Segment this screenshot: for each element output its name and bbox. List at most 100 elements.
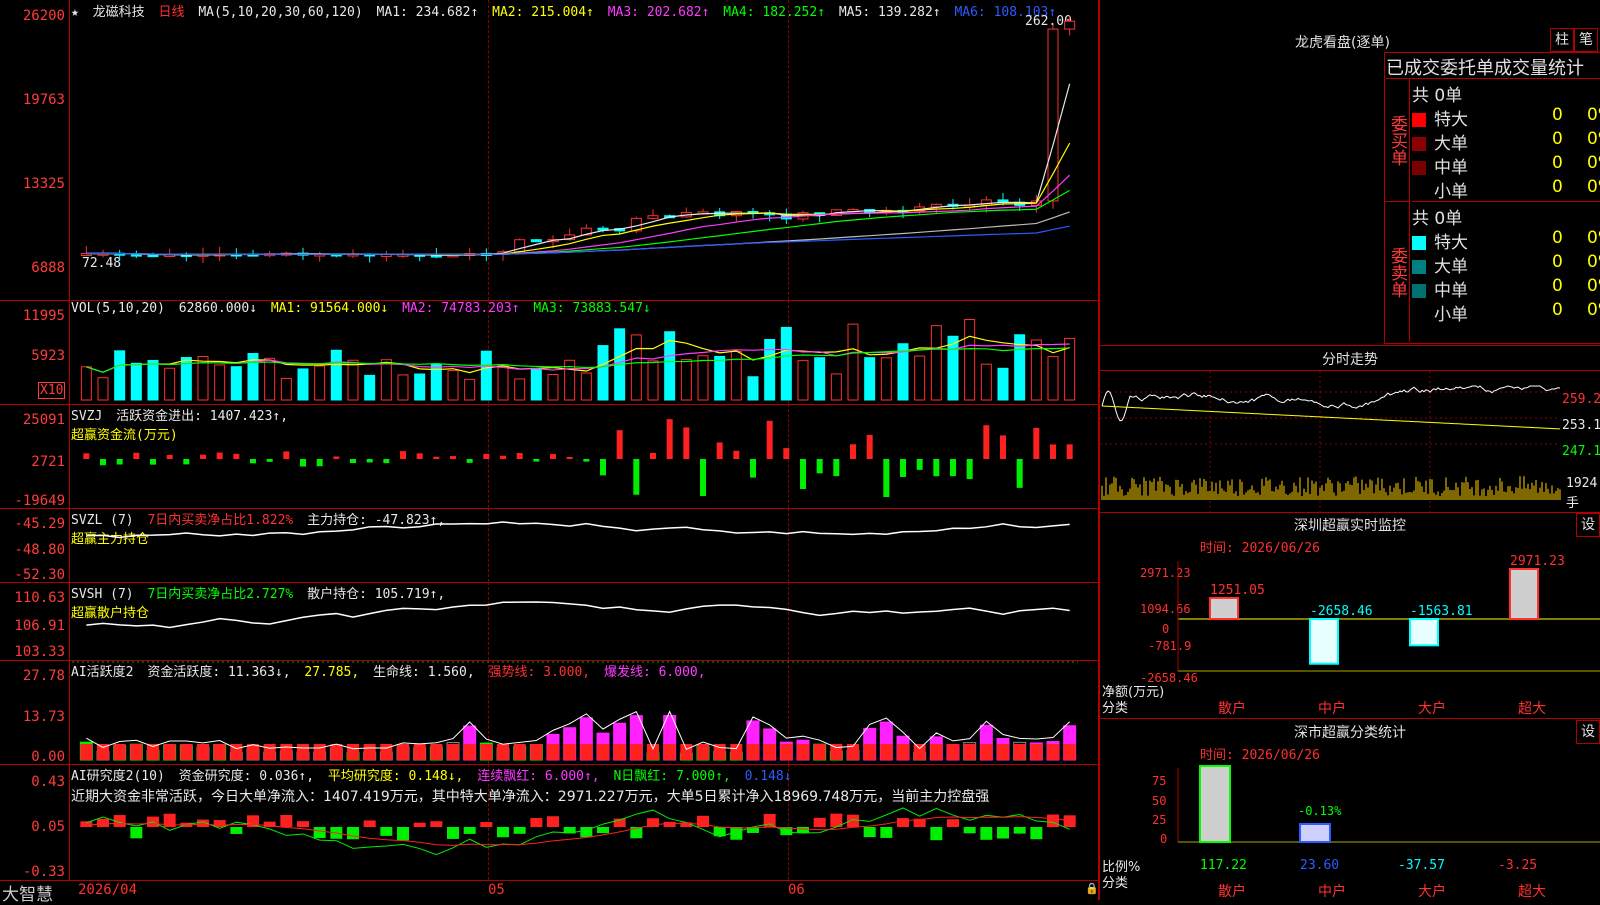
flow-bar	[116, 459, 123, 465]
activity-base-bar	[597, 744, 609, 760]
volume-bar	[597, 345, 609, 401]
research-bar	[130, 827, 143, 839]
ma-line	[86, 83, 1071, 256]
research-bar	[947, 819, 959, 827]
research-bar	[513, 827, 526, 834]
activity-base-bar	[263, 744, 276, 760]
volume-bar	[764, 339, 776, 401]
sell-orders-label: 委卖单	[1385, 202, 1410, 342]
flow-bar	[1050, 444, 1056, 459]
lock-icon[interactable]: 🔒	[1085, 882, 1099, 895]
color-swatch-icon	[1412, 137, 1426, 151]
dragon-tabs[interactable]: 已成交委托单成交量统计	[1386, 54, 1600, 79]
flow-bar	[350, 459, 356, 464]
activity-base-bar	[797, 744, 809, 760]
flow-bar	[283, 451, 290, 459]
research-bar	[1063, 815, 1076, 827]
research-bar	[1047, 814, 1059, 827]
volume-bar	[97, 377, 109, 401]
svzj-panel[interactable]: 25091 2721 -19649 SVZJ 活跃资金进出: 1407.423↑…	[0, 404, 1100, 509]
dragon-stats-box: 已成交委托单成交量统计 委买单 委卖单 共 0单 特大 00% 大单 00% 中…	[1384, 52, 1600, 344]
stroke-mode-button[interactable]: 笔	[1574, 28, 1598, 52]
flow-bar	[416, 453, 423, 459]
color-swatch-icon	[1412, 236, 1426, 250]
flow-bar	[850, 444, 856, 459]
flow-bar	[450, 456, 456, 459]
flow-bar	[233, 453, 240, 459]
retail-hold-line	[86, 601, 1070, 629]
ai-activity-panel[interactable]: 27.78 13.73 0.00 AI活跃度2 资金活跃度: 11.363↓, …	[0, 660, 1100, 765]
bar-mode-button[interactable]: 柱	[1550, 28, 1574, 52]
research-bar	[880, 827, 893, 838]
research-bar	[797, 827, 809, 833]
flow-bar	[83, 453, 90, 459]
activity-base-bar	[813, 744, 826, 760]
svsh-chart	[86, 601, 1070, 629]
research-bar	[980, 827, 993, 840]
volume-panel[interactable]: 11995 5923 X10 VOL(5,10,20) 62860.000↓ M…	[0, 300, 1100, 405]
svsh-panel[interactable]: 110.63 106.91 103.33 SVSH (7) 7日内买卖净占比2.…	[0, 582, 1100, 661]
realtime-monitor-panel[interactable]: 深圳超赢实时监控 设 时间: 2026/06/26 2971.23 1094.6…	[1100, 511, 1600, 719]
research-bar	[547, 816, 559, 827]
activity-base-bar	[547, 744, 559, 760]
ai-research-panel[interactable]: 0.43 0.05 -0.33 AI研究度2(10) 资金研究度: 0.036↑…	[0, 764, 1100, 881]
flow-bar	[683, 427, 690, 459]
research-bar	[447, 827, 459, 839]
activity-base-bar	[163, 744, 176, 760]
research-bar	[413, 822, 426, 827]
activity-base-bar	[913, 744, 926, 760]
volume-bar	[514, 378, 526, 401]
buy-row-super: 特大 00%	[1412, 105, 1600, 130]
flow-bar	[316, 459, 323, 467]
flow-bar	[583, 459, 590, 462]
flow-bar	[700, 459, 706, 497]
activity-base-bar	[130, 744, 143, 760]
intraday-panel[interactable]: 分时走势 259.2 253.1 247.1 1924 手	[1100, 345, 1600, 513]
flow-bar	[750, 459, 756, 478]
flow-bar	[816, 459, 823, 474]
candlestick-chart[interactable]	[0, 0, 1100, 300]
buy-orders-label: 委买单	[1385, 79, 1410, 202]
flow-bar	[550, 454, 556, 459]
activity-base-bar	[697, 744, 709, 760]
activity-base-bar	[730, 744, 743, 760]
volume-bar	[630, 334, 642, 401]
activity-base-bar	[763, 744, 776, 760]
flow-bar	[433, 456, 440, 459]
flow-bar	[516, 453, 523, 459]
monitor-bar	[1509, 568, 1539, 620]
dragon-tiger-panel[interactable]: 龙虎看盘(逐单) 柱 笔 已成交委托单成交量统计 委买单 委卖单 共 0单 特大…	[1100, 0, 1600, 345]
flow-bar	[366, 459, 373, 463]
activity-base-bar	[363, 744, 376, 760]
monitor-bar	[1309, 618, 1339, 665]
classify-stats-panel[interactable]: 深市超赢分类统计 设 时间: 2026/06/26 75 50 25 0 比例%…	[1100, 718, 1600, 900]
activity-base-bar	[1013, 744, 1026, 760]
activity-base-bar	[1047, 744, 1059, 760]
flow-bar	[916, 459, 923, 470]
activity-base-bar	[880, 744, 893, 760]
activity-base-bar	[980, 744, 993, 760]
candle-body	[647, 215, 659, 219]
volume-bar	[397, 374, 409, 401]
activity-base-bar	[580, 744, 593, 760]
volume-bar	[930, 325, 942, 401]
flow-bar	[300, 459, 306, 467]
activity-base-bar	[830, 744, 843, 760]
research-bar	[963, 827, 976, 834]
kline-panel[interactable]: 26200 19763 13325 6888 ★ 龙磁科技 日线 MA(5,10…	[0, 0, 1100, 301]
activity-base-bar	[630, 744, 643, 760]
activity-base-bar	[947, 744, 959, 760]
volume-bar	[647, 360, 659, 401]
volume-bar	[964, 319, 976, 401]
candle-body	[1047, 28, 1059, 202]
flow-bar	[1033, 427, 1040, 459]
sell-total: 共 0单	[1412, 209, 1463, 229]
svzl-panel[interactable]: -45.29 -48.80 -52.30 SVZL (7) 7日内买卖净占比1.…	[0, 508, 1100, 583]
volume-bar	[780, 326, 792, 401]
volume-bar	[814, 357, 826, 401]
flow-bar	[733, 450, 740, 459]
volume-bar	[497, 364, 509, 401]
volume-bar	[880, 357, 892, 401]
volume-bar	[864, 357, 876, 401]
activity-base-bar	[747, 744, 759, 760]
